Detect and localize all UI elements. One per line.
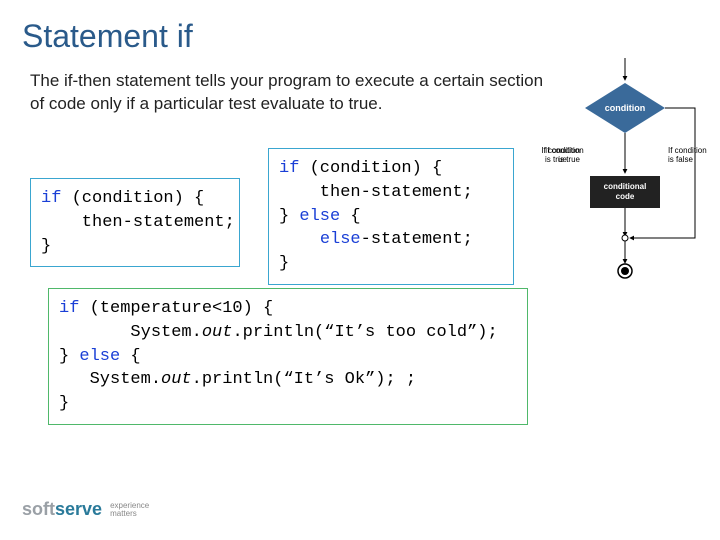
- flow-condition-label: condition: [605, 103, 646, 113]
- slide-title: Statement if: [22, 18, 193, 55]
- code-text: then-statement;: [279, 183, 473, 202]
- flow-false-label: If conditionis false: [668, 146, 707, 164]
- code-text: {: [340, 207, 360, 226]
- code-box-example: if (temperature<10) { System.out.println…: [48, 288, 528, 425]
- logo-soft: soft: [22, 499, 55, 519]
- code-text: }: [59, 347, 79, 366]
- logo-tagline: experiencematters: [110, 502, 149, 518]
- footer-logo: softserve experiencematters: [22, 499, 149, 520]
- code-text: System.: [59, 323, 202, 342]
- code-italic: out: [161, 370, 192, 389]
- code-text: [279, 230, 320, 249]
- code-text: (temperature<10) {: [79, 299, 273, 318]
- keyword-if: if: [279, 159, 299, 178]
- code-box-if: if (condition) { then-statement; }: [30, 178, 240, 267]
- code-text: System.: [59, 370, 161, 389]
- keyword-else: else: [299, 207, 340, 226]
- body-text: The if-then statement tells your program…: [30, 70, 550, 116]
- code-italic: out: [202, 323, 233, 342]
- code-text: }: [279, 207, 299, 226]
- code-text: }: [59, 394, 69, 413]
- code-text: .println(“It’s too cold”);: [232, 323, 497, 342]
- logo-serve: serve: [55, 499, 102, 519]
- keyword-else: else: [320, 230, 361, 249]
- code-text: (condition) {: [61, 189, 204, 208]
- flowchart: condition If conditionis true conditiona…: [540, 58, 710, 288]
- code-text: -statement;: [361, 230, 473, 249]
- keyword-else: else: [79, 347, 120, 366]
- code-text: (condition) {: [299, 159, 442, 178]
- code-text: }: [41, 237, 51, 256]
- keyword-if: if: [41, 189, 61, 208]
- code-text: {: [120, 347, 140, 366]
- code-text: .println(“It’s Ok”); ;: [192, 370, 416, 389]
- code-text: then-statement;: [41, 213, 235, 232]
- code-box-if-else: if (condition) { then-statement; } else …: [268, 148, 514, 285]
- code-text: }: [279, 254, 289, 273]
- keyword-if: if: [59, 299, 79, 318]
